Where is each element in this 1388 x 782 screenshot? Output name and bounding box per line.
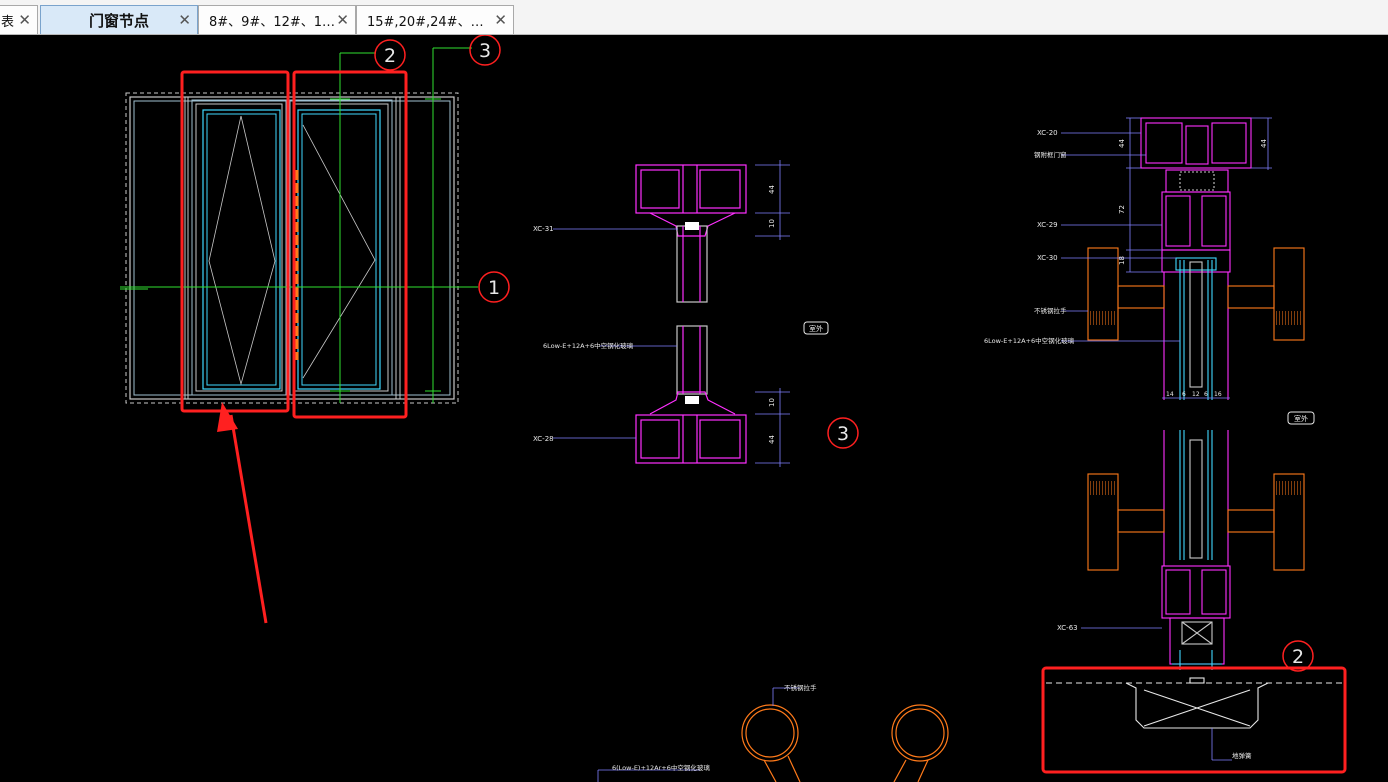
svg-text:2: 2	[384, 45, 396, 67]
dim-44: 44	[768, 435, 776, 444]
svg-text:3: 3	[837, 423, 849, 445]
close-icon[interactable]: ✕	[18, 11, 31, 29]
cad-drawing-canvas[interactable]: 44 10 10 44 XC-31 6Low-E+12A+6中空钢化玻璃 XC-…	[0, 35, 1388, 782]
svg-text:室外: 室外	[809, 324, 823, 333]
arrow-annotation	[217, 402, 268, 624]
label-glass: 6Low-E+12A+6中空钢化玻璃	[984, 336, 1075, 345]
tab-building-15-20-24[interactable]: 15#,20#,24#、… ✕	[356, 5, 514, 34]
drawing-tab-bar: 表 ✕ 门窗节点 ✕ 8#、9#、12#、1… ✕ 15#,20#,24#、… …	[0, 0, 1388, 35]
label-floor-spring: 地弹簧	[1232, 751, 1252, 760]
marker-2-section: 2	[1282, 640, 1314, 672]
svg-text:3: 3	[479, 40, 491, 62]
gasket	[685, 222, 699, 230]
label-glass: 6(Low-E)+12Ar+6中空钢化玻璃	[612, 763, 710, 772]
svg-text:2: 2	[1292, 646, 1304, 668]
tab-label: 8#、9#、12#、1…	[209, 14, 336, 30]
close-icon[interactable]: ✕	[494, 11, 507, 29]
handle-detail-bottom[interactable]	[741, 704, 949, 782]
label-attach-frame: 钢附框门窗	[1034, 150, 1067, 159]
dim-16: 16	[1214, 391, 1222, 398]
dim-6: 6	[1182, 391, 1186, 398]
dim-6: 6	[1204, 391, 1208, 398]
marker-3-section: 3	[827, 417, 859, 449]
door-elevation[interactable]	[120, 47, 478, 404]
dim-10: 10	[768, 219, 776, 228]
label-xc31: XC-31	[533, 225, 554, 233]
dim-18: 18	[1118, 256, 1126, 265]
tab-label: 门窗节点	[88, 11, 149, 30]
label-glass: 6Low-E+12A+6中空钢化玻璃	[543, 341, 634, 350]
outdoor-tag: 室外	[803, 321, 829, 335]
svg-text:1: 1	[488, 277, 500, 299]
dimension-lines-middle	[553, 160, 790, 467]
label-xc63: XC-63	[1057, 624, 1078, 632]
section-detail-right[interactable]	[1046, 117, 1344, 729]
label-xc20: XC-20	[1037, 129, 1058, 137]
label-handle: 不锈钢拉手	[1034, 306, 1067, 315]
label-xc30: XC-30	[1037, 254, 1058, 262]
label-xc28: XC-28	[533, 435, 554, 443]
marker-2-top: 2	[374, 39, 406, 71]
gasket	[685, 396, 699, 404]
section-detail-middle[interactable]	[635, 164, 747, 464]
tab-table[interactable]: 表 ✕	[0, 5, 38, 34]
dim-44: 44	[1260, 139, 1268, 148]
highlight-box-floor-spring	[1041, 666, 1347, 774]
dim-10: 10	[768, 398, 776, 407]
marker-1: 1	[478, 271, 510, 303]
dim-12: 12	[1192, 391, 1200, 398]
dim-72: 72	[1118, 205, 1126, 214]
tab-door-window-nodes[interactable]: 门窗节点 ✕	[40, 5, 198, 34]
label-xc29: XC-29	[1037, 221, 1058, 229]
dim-14: 14	[1166, 391, 1174, 398]
marker-3-top: 3	[469, 35, 501, 66]
outdoor-tag: 室外	[1287, 411, 1315, 425]
tab-label: 15#,20#,24#、…	[367, 14, 484, 30]
svg-text:室外: 室外	[1294, 414, 1308, 423]
dim-44: 44	[1118, 139, 1126, 148]
tab-building-8-9-12[interactable]: 8#、9#、12#、1… ✕	[198, 5, 356, 34]
close-icon[interactable]: ✕	[178, 11, 191, 29]
label-handle: 不锈钢拉手	[784, 683, 817, 692]
close-icon[interactable]: ✕	[336, 11, 349, 29]
dim-44: 44	[768, 185, 776, 194]
